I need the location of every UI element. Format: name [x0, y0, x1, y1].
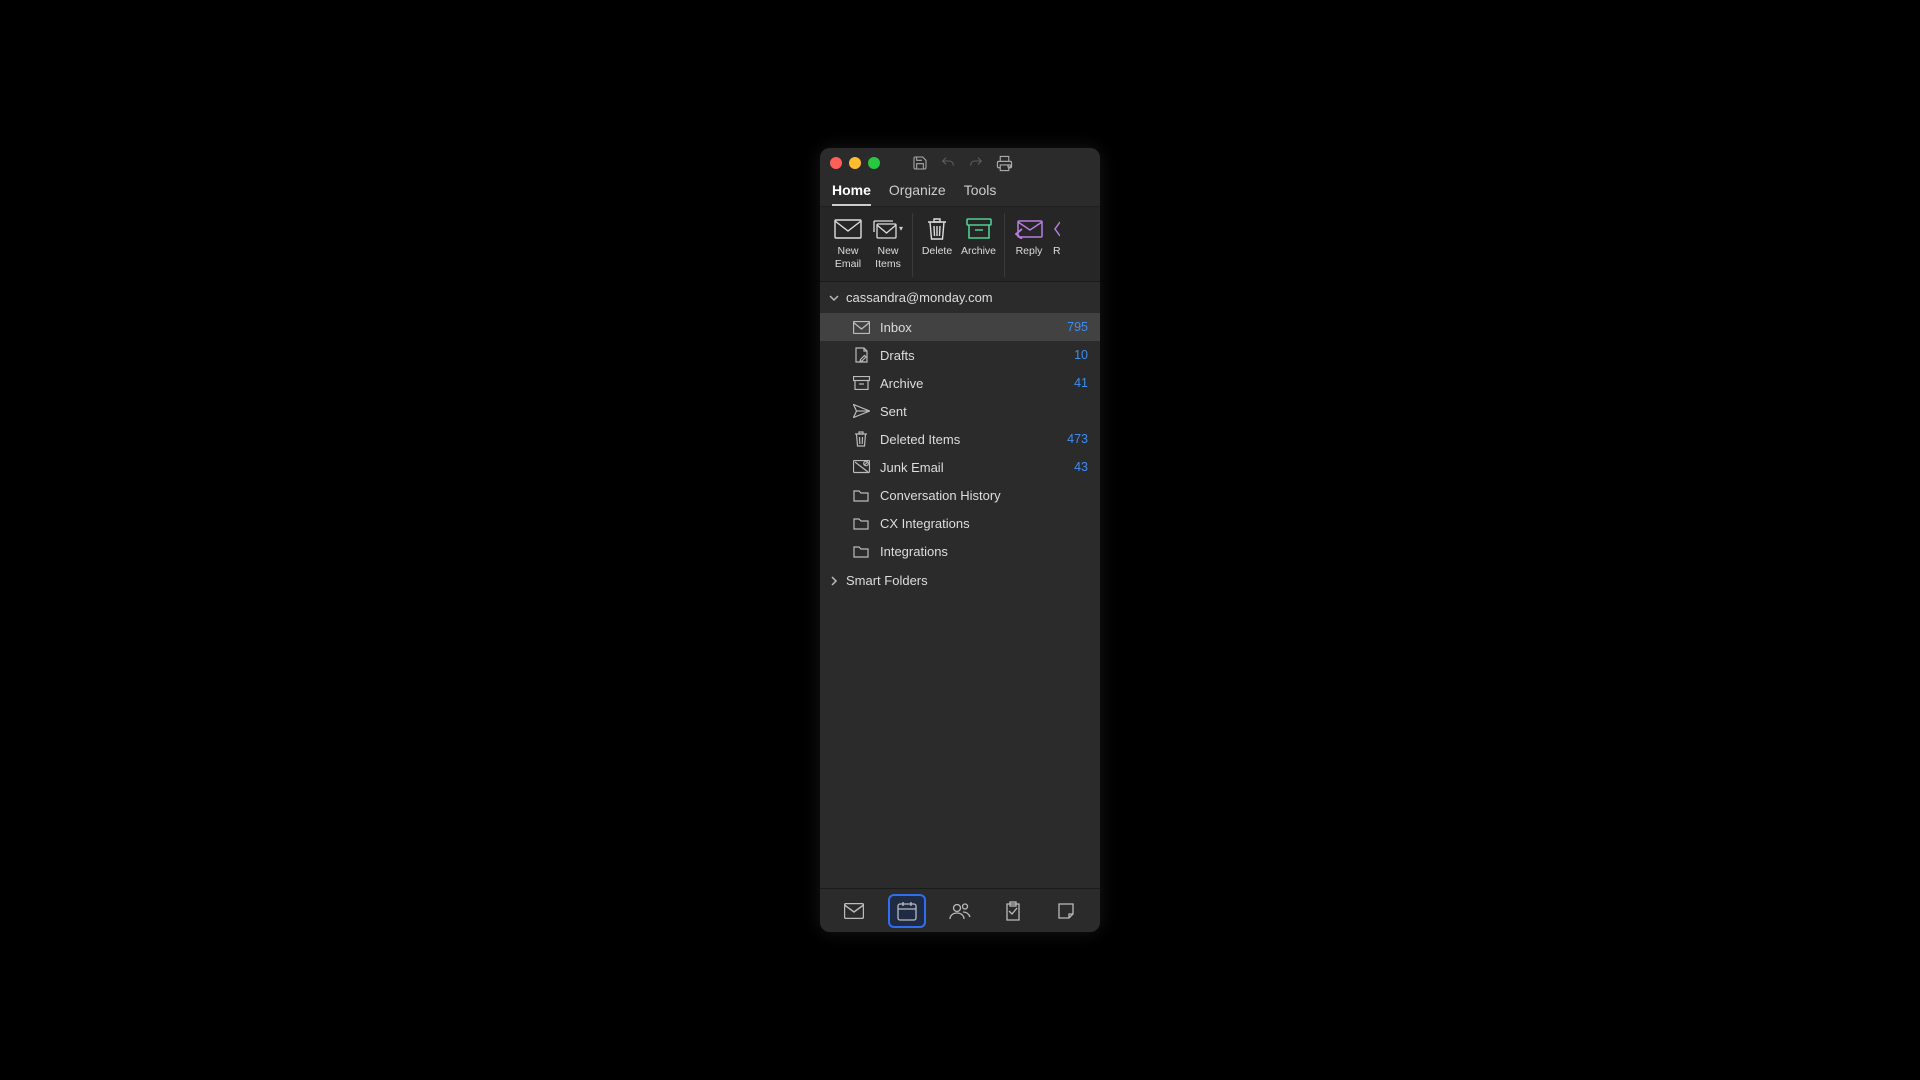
folder-label: Inbox	[880, 320, 1057, 335]
folder-icon	[852, 486, 870, 504]
folder-drafts[interactable]: Drafts 10	[820, 341, 1100, 369]
bottom-nav	[820, 888, 1100, 932]
ribbon-tabs: Home Organize Tools	[820, 178, 1100, 206]
reply-icon	[1015, 219, 1043, 239]
chevron-right-icon	[828, 575, 840, 587]
reply-all-icon	[1054, 219, 1060, 239]
folder-cx-integrations[interactable]: CX Integrations	[820, 509, 1100, 537]
account-header[interactable]: cassandra@monday.com	[820, 282, 1100, 313]
folder-sent[interactable]: Sent	[820, 397, 1100, 425]
folder-label: Conversation History	[880, 488, 1092, 503]
archive-label: Archive	[961, 245, 996, 258]
minimize-window-button[interactable]	[849, 157, 861, 169]
undo-icon[interactable]	[939, 154, 957, 172]
folder-label: Archive	[880, 376, 1064, 391]
folder-junk[interactable]: Junk Email 43	[820, 453, 1100, 481]
folder-label: Junk Email	[880, 460, 1064, 475]
folder-pane: cassandra@monday.com Inbox 795 Drafts 10…	[820, 282, 1100, 888]
ribbon-group-delete: Delete Archive	[913, 213, 1005, 277]
archive-button[interactable]: Archive	[959, 213, 998, 260]
maximize-window-button[interactable]	[868, 157, 880, 169]
folder-icon	[852, 514, 870, 532]
people-icon	[949, 902, 971, 920]
tab-tools[interactable]: Tools	[964, 182, 997, 206]
smart-folders-header[interactable]: Smart Folders	[820, 565, 1100, 596]
ribbon-group-respond: Reply R	[1005, 213, 1069, 277]
archive-folder-icon	[852, 374, 870, 392]
envelope-stack-icon	[873, 218, 897, 240]
folder-count: 43	[1074, 460, 1092, 474]
close-window-button[interactable]	[830, 157, 842, 169]
new-items-label: New Items	[875, 245, 901, 270]
envelope-icon	[834, 219, 862, 239]
archive-icon	[966, 218, 992, 240]
reply-button[interactable]: Reply	[1011, 213, 1047, 260]
notes-icon	[1057, 902, 1075, 920]
reply-label: Reply	[1016, 245, 1043, 258]
ribbon: New Email ▾ New Items Delete	[820, 206, 1100, 282]
ribbon-group-new: New Email ▾ New Items	[824, 213, 913, 277]
calendar-icon	[897, 901, 917, 921]
folder-label: Deleted Items	[880, 432, 1057, 447]
tab-home[interactable]: Home	[832, 182, 871, 206]
folder-conversation-history[interactable]: Conversation History	[820, 481, 1100, 509]
folder-count: 473	[1067, 432, 1092, 446]
folder-count: 41	[1074, 376, 1092, 390]
folder-count: 10	[1074, 348, 1092, 362]
new-items-button[interactable]: ▾ New Items	[870, 213, 906, 272]
save-icon[interactable]	[911, 154, 929, 172]
print-icon[interactable]	[995, 154, 1013, 172]
delete-button[interactable]: Delete	[919, 213, 955, 260]
tasks-icon	[1004, 901, 1022, 921]
folder-label: Drafts	[880, 348, 1064, 363]
nav-people-button[interactable]	[941, 894, 979, 928]
chevron-down-icon: ▾	[899, 224, 903, 234]
folder-deleted[interactable]: Deleted Items 473	[820, 425, 1100, 453]
folder-integrations[interactable]: Integrations	[820, 537, 1100, 565]
smart-folders-label: Smart Folders	[846, 573, 928, 588]
account-email: cassandra@monday.com	[846, 290, 993, 305]
drafts-icon	[852, 346, 870, 364]
nav-mail-button[interactable]	[835, 894, 873, 928]
title-bar	[820, 148, 1100, 178]
outlook-window: Home Organize Tools New Email ▾ New Item…	[820, 148, 1100, 932]
chevron-down-icon	[828, 292, 840, 304]
folder-label: Integrations	[880, 544, 1092, 559]
inbox-icon	[852, 318, 870, 336]
sent-icon	[852, 402, 870, 420]
redo-icon[interactable]	[967, 154, 985, 172]
folder-label: CX Integrations	[880, 516, 1092, 531]
new-email-label: New Email	[835, 245, 861, 270]
folder-archive[interactable]: Archive 41	[820, 369, 1100, 397]
delete-label: Delete	[922, 245, 952, 258]
folder-count: 795	[1067, 320, 1092, 334]
mail-icon	[844, 903, 864, 919]
tab-organize[interactable]: Organize	[889, 182, 946, 206]
nav-tasks-button[interactable]	[994, 894, 1032, 928]
junk-icon	[852, 458, 870, 476]
reply-all-label: R	[1053, 245, 1061, 258]
new-email-button[interactable]: New Email	[830, 213, 866, 272]
trash-folder-icon	[852, 430, 870, 448]
trash-icon	[927, 217, 947, 241]
nav-notes-button[interactable]	[1047, 894, 1085, 928]
nav-calendar-button[interactable]	[888, 894, 926, 928]
folder-inbox[interactable]: Inbox 795	[820, 313, 1100, 341]
folder-label: Sent	[880, 404, 1078, 419]
folder-icon	[852, 542, 870, 560]
reply-all-button[interactable]: R	[1051, 213, 1063, 260]
